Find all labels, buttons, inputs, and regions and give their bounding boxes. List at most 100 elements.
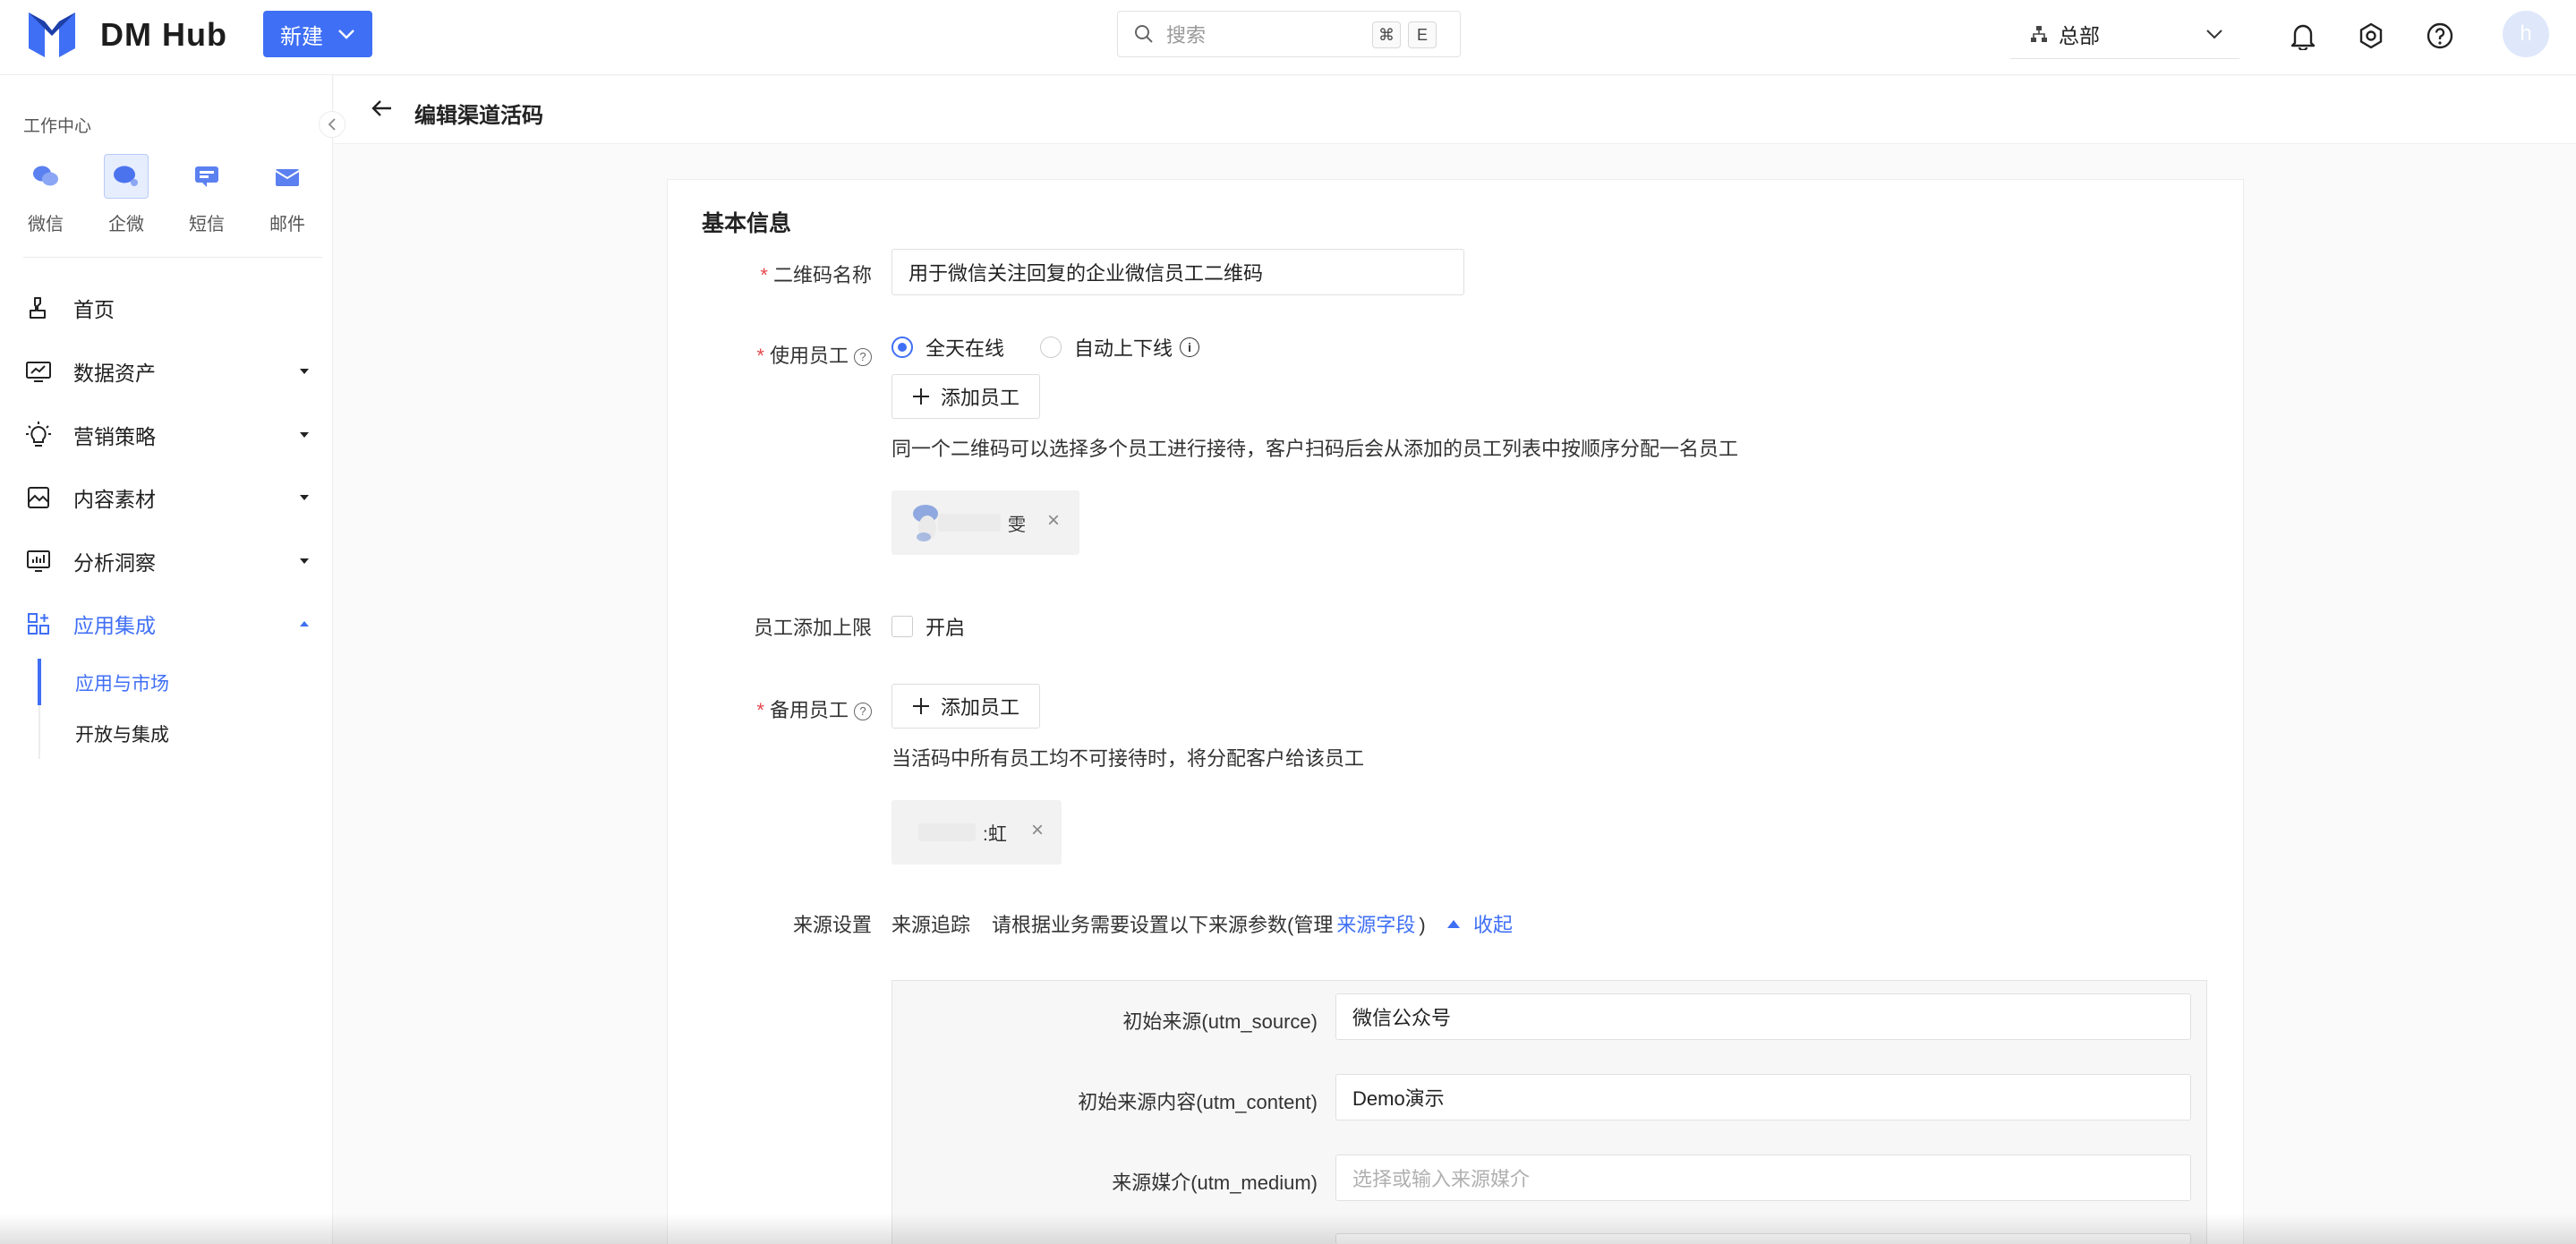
info-icon[interactable]: i	[1180, 337, 1200, 357]
sidebar-divider	[23, 257, 322, 258]
source-setting-label: 来源设置	[792, 914, 872, 936]
nav-label: 营销策略	[73, 425, 156, 448]
backup-name-redacted	[918, 823, 976, 841]
wechat-icon-box	[23, 154, 68, 199]
dm-hub-logo-icon[interactable]	[27, 11, 77, 59]
org-tree-icon	[2031, 25, 2047, 42]
utm-content-label: 初始来源内容(utm_content)	[1078, 1091, 1318, 1113]
backup-staff-chip[interactable]: :虹 ×	[891, 800, 1062, 865]
chevron-left-icon	[328, 118, 336, 131]
staff-label: * 使用员工?	[693, 340, 872, 369]
radio-auto-online[interactable]: 自动上下线 i	[1040, 333, 1200, 362]
help-circle-icon[interactable]: ?	[854, 702, 872, 720]
brand-name: DM Hub	[100, 16, 227, 53]
qr-name-input[interactable]: 用于微信关注回复的企业微信员工二维码	[891, 249, 1464, 295]
add-backup-staff-button[interactable]: 添加员工	[891, 684, 1040, 729]
backup-name-suffix: :虹	[983, 824, 1007, 845]
collapse-toggle[interactable]: 收起	[1446, 909, 1513, 938]
add-staff-label: 添加员工	[940, 387, 1019, 409]
backup-staff-hint: 当活码中所有员工均不可接待时，将分配客户给该员工	[891, 747, 1365, 770]
limit-label: 员工添加上限	[753, 617, 872, 639]
page-title: 编辑渠道活码	[414, 104, 543, 128]
nav-item-data-assets[interactable]: 数据资产	[23, 354, 310, 389]
search-icon	[1135, 25, 1153, 43]
caret-down-icon	[300, 432, 309, 438]
staff-chip[interactable]: 雯 ×	[891, 490, 1079, 555]
radio-all-day-online[interactable]: 全天在线	[891, 333, 1004, 362]
caret-down-icon	[300, 495, 309, 500]
checkbox-box	[891, 616, 913, 637]
channel-wecom[interactable]: 企微	[95, 154, 158, 235]
nav-item-marketing[interactable]: 营销策略	[23, 417, 310, 453]
source-desc-text: 请根据业务需要设置以下来源参数(管理	[992, 914, 1334, 936]
shortcut-cmd-key: ⌘	[1372, 21, 1401, 48]
utm-source-input[interactable]: 微信公众号	[1335, 993, 2191, 1040]
required-asterisk: *	[756, 345, 764, 367]
source-tracking-label: 来源追踪	[891, 914, 971, 936]
page-header: 编辑渠道活码	[334, 76, 2576, 144]
nav-label: 分析洞察	[73, 551, 156, 575]
add-staff-button[interactable]: 添加员工	[891, 374, 1040, 419]
utm-medium-input[interactable]: 选择或输入来源媒介	[1335, 1155, 2191, 1201]
label-text: 使用员工	[769, 345, 849, 367]
nav-label: 数据资产	[73, 362, 156, 385]
backup-staff-label: * 备用员工?	[693, 694, 872, 723]
subnav-item-app-market[interactable]: 应用与市场	[75, 669, 169, 696]
utm-content-input[interactable]: Demo演示	[1335, 1074, 2191, 1120]
content-icon	[23, 482, 54, 513]
caret-up-icon	[1447, 920, 1460, 928]
channel-sms[interactable]: 短信	[175, 154, 238, 235]
limit-checkbox[interactable]: 开启	[891, 612, 965, 641]
bulb-icon	[23, 420, 54, 450]
channel-label: 微信	[28, 215, 64, 234]
label-text: 备用员工	[769, 699, 849, 721]
channel-label: 短信	[189, 215, 225, 234]
sidebar-collapse-button[interactable]	[319, 111, 345, 138]
workcenter-title: 工作中心	[23, 117, 92, 136]
shortcut-e-key: E	[1408, 21, 1437, 48]
wecom-icon-box	[104, 154, 149, 199]
mail-icon	[275, 169, 300, 186]
nav-item-apps[interactable]: 应用集成	[23, 606, 310, 642]
wechat-icon	[33, 166, 58, 186]
global-search[interactable]: 搜索 ⌘ E	[1117, 11, 1461, 57]
channel-wechat[interactable]: 微信	[14, 154, 77, 235]
back-arrow-icon[interactable]	[370, 96, 395, 121]
bottom-shadow	[0, 1214, 2576, 1244]
caret-down-icon	[300, 369, 309, 374]
staff-name-suffix: 雯	[1008, 515, 1026, 535]
chevron-down-icon	[2206, 30, 2222, 39]
remove-staff-icon[interactable]: ×	[1047, 508, 1060, 533]
source-field-link[interactable]: 来源字段	[1336, 914, 1415, 936]
radio-label: 全天在线	[925, 337, 1005, 360]
help-icon[interactable]	[2422, 18, 2458, 54]
help-circle-icon[interactable]: ?	[854, 347, 872, 366]
subnav-active-indicator	[38, 659, 41, 705]
nav-item-home[interactable]: 首页	[23, 290, 310, 326]
settings-hexagon-icon[interactable]	[2353, 18, 2389, 54]
subnav-item-open-integration[interactable]: 开放与集成	[75, 720, 169, 747]
plus-icon	[912, 388, 929, 405]
org-selector[interactable]: 总部	[2010, 9, 2239, 59]
mail-icon-box	[265, 154, 310, 199]
nav-item-analysis[interactable]: 分析洞察	[23, 543, 310, 579]
chevron-down-icon	[338, 30, 354, 39]
wecom-icon	[114, 166, 138, 186]
new-button[interactable]: 新建	[263, 11, 372, 57]
channel-label: 企微	[108, 215, 144, 234]
org-name: 总部	[2059, 23, 2100, 47]
qr-name-label: * 二维码名称	[693, 260, 872, 288]
staff-hint: 同一个二维码可以选择多个员工进行接待，客户扫码后会从添加的员工列表中按顺序分配一…	[891, 438, 1739, 460]
nav-item-content[interactable]: 内容素材	[23, 480, 310, 515]
data-asset-icon	[23, 356, 54, 387]
remove-backup-staff-icon[interactable]: ×	[1031, 818, 1044, 843]
notification-bell-icon[interactable]	[2285, 18, 2321, 54]
user-avatar[interactable]: h	[2503, 11, 2549, 57]
sms-icon-box	[184, 154, 229, 199]
home-icon	[23, 293, 54, 323]
top-bar: DM Hub 新建 搜索 ⌘ E 总部 h	[0, 0, 2576, 75]
source-description: 请根据业务需要设置以下来源参数(管理 来源字段)	[992, 909, 1426, 938]
required-asterisk: *	[756, 699, 764, 721]
channel-mail[interactable]: 邮件	[256, 154, 319, 235]
sms-icon	[195, 166, 218, 187]
